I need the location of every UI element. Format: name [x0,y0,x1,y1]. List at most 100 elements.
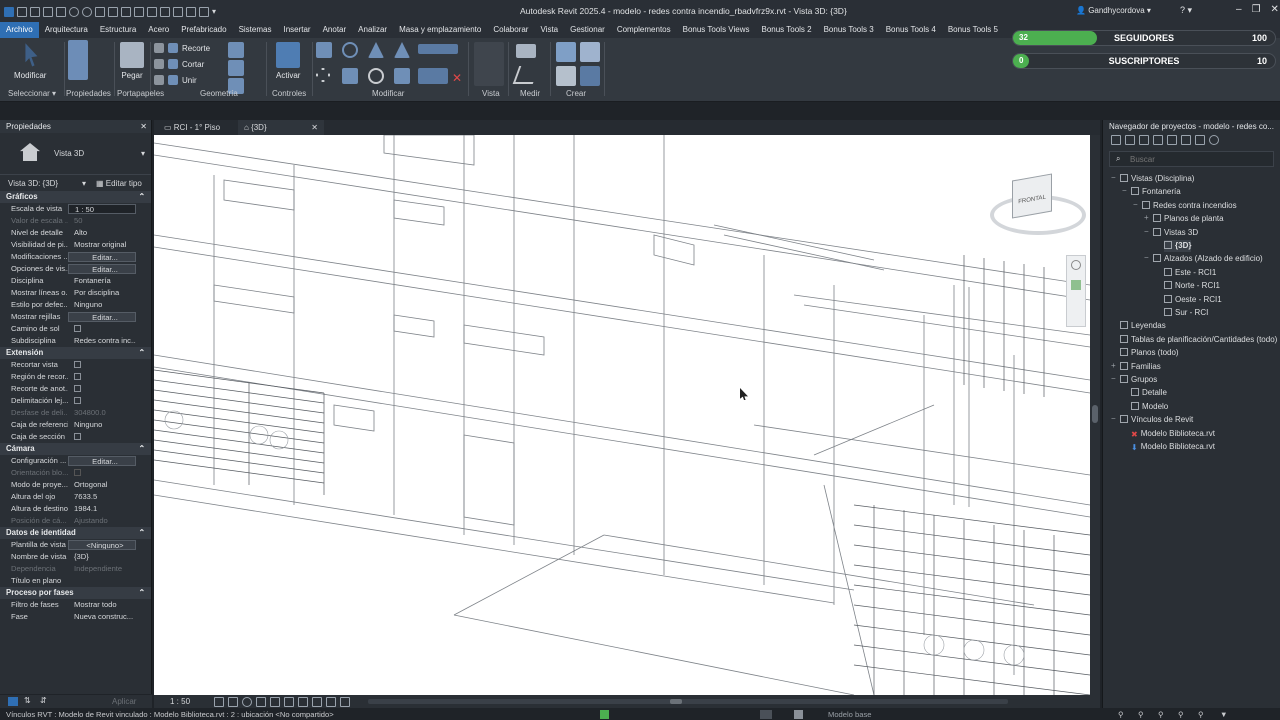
open-icon[interactable] [30,7,40,17]
shadows-icon[interactable] [256,696,266,707]
apply-button[interactable]: Aplicar [112,697,136,706]
tree-item[interactable]: Vistas 3D [1153,227,1198,239]
horizontal-scrollbar[interactable] [368,699,1008,704]
measure-icon[interactable] [108,7,118,17]
property-value[interactable]: Por disciplina [68,287,136,299]
lock-3d-icon[interactable] [298,696,308,707]
property-value[interactable]: Alto [68,227,136,239]
temporary-hide-icon[interactable] [312,696,322,707]
zoom-icon[interactable] [1071,280,1081,290]
customize-qat-icon[interactable]: ▾ [212,7,218,17]
tree-item[interactable]: Modelo [1131,401,1168,413]
reveal-hidden-icon[interactable] [326,696,336,707]
create-assembly-icon[interactable] [580,42,600,62]
tree-item[interactable]: {3D} [1164,240,1192,252]
home-icon[interactable] [17,7,27,17]
property-checkbox[interactable] [74,373,81,380]
ribbon-tab-0[interactable]: Archivo [0,22,39,38]
type-properties-button[interactable] [68,40,88,83]
tree-item[interactable]: Alzados (Alzado de edificio) [1153,253,1263,265]
render-icon[interactable] [270,696,280,707]
create-parts-icon[interactable] [556,66,576,86]
tree-toggle-icon[interactable]: − [1111,414,1116,423]
ribbon-tab-8[interactable]: Analizar [352,22,393,38]
tree-item[interactable]: Vistas (Disciplina) [1120,173,1194,185]
type-selector[interactable]: Vista 3D ▾ [0,133,151,175]
property-value[interactable]: {3D} [68,551,136,563]
analytical-model-icon[interactable] [340,696,350,707]
create-similar-icon[interactable] [580,66,600,86]
mirror-axis-icon[interactable] [368,42,384,58]
select-underlay-icon[interactable]: ⚲ [1158,709,1164,720]
save-icon[interactable] [43,7,53,17]
measure-tool-icon[interactable] [516,44,536,58]
3d-view-icon[interactable] [147,7,157,17]
section-2[interactable]: Cámara ⌃ [0,443,151,455]
browser-tool-icon[interactable] [1195,135,1205,145]
user-account[interactable]: 👤 Gandhycordova ▾ [1076,6,1151,15]
collapse-icon[interactable]: ⌃ [138,347,145,359]
detail-level-icon[interactable] [214,696,224,707]
ribbon-tab-17[interactable]: Bonus Tools 4 [880,22,942,38]
property-checkbox[interactable] [74,433,81,440]
tab-rci-1-piso[interactable]: ▭ RCI - 1° Piso [158,120,238,135]
ribbon-tab-6[interactable]: Insertar [277,22,316,38]
search-input[interactable] [1130,154,1270,164]
property-value[interactable]: Ortogonal [68,479,136,491]
create-group-icon[interactable] [556,42,576,62]
delete-icon[interactable]: ✕ [452,72,464,84]
tree-item[interactable]: ✖ Modelo Biblioteca.rvt [1131,428,1215,440]
section-3[interactable]: Datos de identidad ⌃ [0,527,151,539]
help-icon[interactable]: ? ▾ [1180,5,1192,16]
sun-path-icon[interactable] [242,696,252,707]
property-value[interactable]: Editar... [68,312,136,322]
dimension-icon[interactable] [512,66,540,84]
collapse-icon[interactable]: ⌃ [138,191,145,203]
cut-button[interactable]: Cortar [154,59,204,69]
tree-item[interactable]: Este - RCI1 [1164,267,1216,279]
help-link-icon[interactable] [8,697,18,706]
ribbon-tab-10[interactable]: Colaborar [487,22,534,38]
sync-icon[interactable] [56,7,66,17]
ribbon-tab-4[interactable]: Prefabricado [175,22,232,38]
select-links-icon[interactable]: ⚲ [1118,709,1124,720]
rotate-icon[interactable] [368,68,384,84]
property-value[interactable]: Mostrar todo [68,599,136,611]
property-checkbox[interactable] [74,397,81,404]
ribbon-tab-11[interactable]: Vista [534,22,564,38]
ribbon-tab-12[interactable]: Gestionar [564,22,611,38]
browser-tool-icon[interactable] [1139,135,1149,145]
ribbon-tab-1[interactable]: Arquitectura [39,22,94,38]
property-value[interactable]: Editar... [68,456,136,466]
section-4[interactable]: Proceso por fases ⌃ [0,587,151,599]
redo-icon[interactable] [82,7,92,17]
tree-item[interactable]: Oeste - RCI1 [1164,294,1222,306]
tree-toggle-icon[interactable]: − [1144,227,1149,236]
group-select[interactable]: Seleccionar ▾ [8,89,56,98]
browser-search[interactable]: ⌕ [1109,151,1274,167]
tree-item[interactable]: Tablas de planificación/Cantidades (todo… [1120,334,1277,346]
modify-button[interactable]: Modificar [14,42,46,80]
tree-item[interactable]: Redes contra incendios [1142,200,1237,212]
visual-style-icon[interactable] [228,696,238,707]
close-icon[interactable]: ✕ [1271,4,1279,15]
tree-toggle-icon[interactable]: − [1122,186,1127,195]
sort-icon[interactable]: ⇅ [24,696,31,705]
property-value[interactable]: 7633.5 [68,491,136,503]
ribbon-tab-7[interactable]: Anotar [317,22,353,38]
split-face-icon[interactable] [228,60,244,76]
align-icon[interactable] [316,42,332,58]
section-0[interactable]: Gráficos ⌃ [0,191,151,203]
property-checkbox[interactable] [74,325,81,332]
array-scale-icon[interactable] [418,68,448,84]
text-icon[interactable] [134,7,144,17]
revit-logo-icon[interactable] [4,7,14,17]
tree-item[interactable]: Planos de planta [1153,213,1224,225]
property-checkbox[interactable] [74,361,81,368]
ribbon-tab-14[interactable]: Bonus Tools Views [677,22,756,38]
collapse-icon[interactable]: ⌃ [138,587,145,599]
ribbon-tab-2[interactable]: Estructura [94,22,142,38]
undo-icon[interactable] [69,7,79,17]
view-scale[interactable]: 1 : 50 [170,697,210,706]
tree-item[interactable]: Fontanería [1131,186,1181,198]
